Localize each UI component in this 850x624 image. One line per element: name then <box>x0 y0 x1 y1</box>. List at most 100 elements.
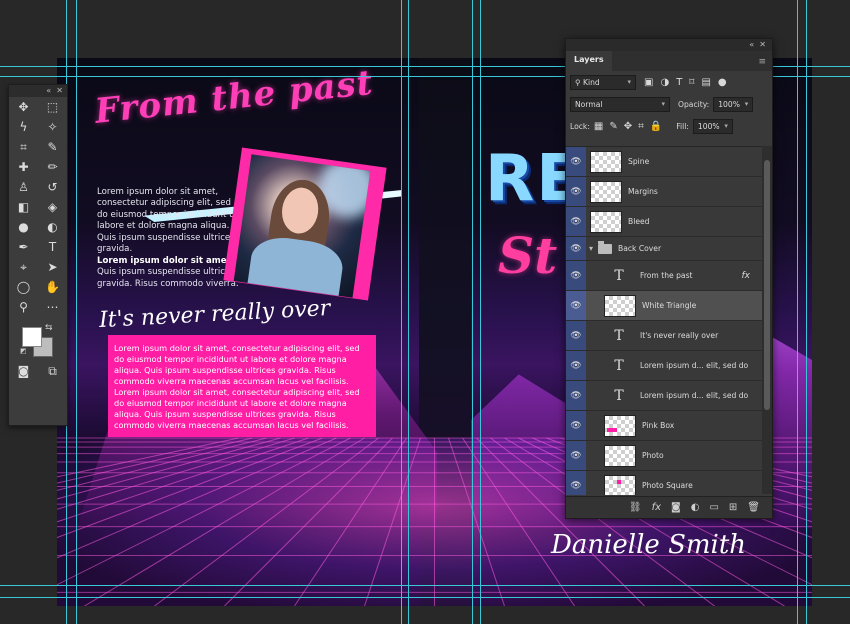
layer-row[interactable]: 👁 Margins <box>566 177 762 207</box>
healing-tool-icon[interactable]: ✚ <box>9 157 38 177</box>
lock-pixels-icon[interactable]: ✎ <box>609 121 617 132</box>
shape-filter-icon[interactable]: ⌑ <box>689 77 694 88</box>
lock-all-icon[interactable]: 🔒 <box>650 121 662 132</box>
chevron-down-icon[interactable]: ▾ <box>586 244 596 253</box>
blur-tool-icon[interactable]: ● <box>9 217 38 237</box>
layer-row[interactable]: 👁 T From the past fx <box>566 261 762 291</box>
eyedropper-tool-icon[interactable]: ✎ <box>38 137 67 157</box>
pink-box: Lorem ipsum dolor sit amet, consectetur … <box>108 335 376 437</box>
close-icon[interactable]: ✕ <box>56 86 63 95</box>
type-tool-icon[interactable]: T <box>38 237 67 257</box>
zoom-tool-icon[interactable]: ⚲ <box>9 297 38 317</box>
marquee-tool-icon[interactable]: ⬚ <box>38 97 67 117</box>
visibility-eye-icon[interactable]: 👁 <box>566 207 586 236</box>
opacity-label: Opacity: <box>678 99 710 109</box>
lock-artboard-icon[interactable]: ⌗ <box>638 121 644 132</box>
visibility-eye-icon[interactable]: 👁 <box>566 351 586 380</box>
mask-icon[interactable]: ◙ <box>671 502 681 513</box>
kind-filter-select[interactable]: ⚲ Kind ▾ <box>570 74 636 90</box>
visibility-eye-icon[interactable]: 👁 <box>566 237 586 260</box>
chevron-down-icon: ▾ <box>724 121 728 130</box>
layer-row[interactable]: 👁 Photo Square <box>566 471 762 495</box>
default-colors-icon[interactable]: ◩ <box>20 347 27 355</box>
fill-label: Fill: <box>676 121 689 131</box>
visibility-eye-icon[interactable]: 👁 <box>566 381 586 410</box>
blend-mode-value: Normal <box>575 99 603 109</box>
collapse-icon[interactable]: « <box>749 40 754 49</box>
fx-icon[interactable]: fx <box>652 502 661 513</box>
collapse-icon[interactable]: « <box>46 86 51 95</box>
paint-bucket-tool-icon[interactable]: ◈ <box>38 197 67 217</box>
type-filter-icon[interactable]: T <box>676 77 682 88</box>
ellipse-tool-icon[interactable]: ◯ <box>9 277 38 297</box>
layer-list: 👁 Spine 👁 Margins 👁 Bleed 👁 ▾ Back Cover 👁 T From t… <box>566 146 762 495</box>
stamp-tool-icon[interactable]: ♙ <box>9 177 38 197</box>
visibility-eye-icon[interactable]: 👁 <box>566 147 586 176</box>
layer-row[interactable]: 👁 Photo <box>566 441 762 471</box>
visibility-eye-icon[interactable]: 👁 <box>566 261 586 290</box>
visibility-eye-icon[interactable]: 👁 <box>566 177 586 206</box>
folder-icon[interactable]: ▭ <box>709 502 718 513</box>
layer-row[interactable]: 👁 White Triangle <box>566 291 762 321</box>
opacity-input[interactable]: 100% ▾ <box>713 96 754 112</box>
image-filter-icon[interactable]: ▣ <box>644 77 653 88</box>
layers-panel-header: « ✕ <box>566 39 772 51</box>
tab-layers[interactable]: Layers <box>566 51 612 71</box>
lock-icons: ▦ ✎ ✥ ⌗ 🔒 <box>594 121 662 132</box>
screen-mode-icon[interactable]: ⧉ <box>38 361 67 381</box>
layer-row[interactable]: 👁 T It's never really over <box>566 321 762 351</box>
hand-tool-icon[interactable]: ✋ <box>38 277 67 297</box>
visibility-eye-icon[interactable]: 👁 <box>566 321 586 350</box>
eraser-tool-icon[interactable]: ◧ <box>9 197 38 217</box>
layer-row[interactable]: 👁 T Lorem ipsum d... elit, sed do <box>566 351 762 381</box>
brush-tool-icon[interactable]: ✏ <box>38 157 67 177</box>
guide-horizontal <box>0 585 850 586</box>
link-icon[interactable]: ⛓ <box>629 502 642 513</box>
author-name: Danielle Smith <box>551 530 747 560</box>
layer-row[interactable]: 👁 Pink Box <box>566 411 762 441</box>
visibility-eye-icon[interactable]: 👁 <box>566 291 586 320</box>
visibility-eye-icon[interactable]: 👁 <box>566 411 586 440</box>
layer-name: Photo <box>642 451 664 460</box>
lock-transparency-icon[interactable]: ▦ <box>594 121 603 132</box>
blend-mode-select[interactable]: Normal ▾ <box>570 96 670 112</box>
move-tool-icon[interactable]: ✥ <box>9 97 38 117</box>
layer-group[interactable]: 👁 ▾ Back Cover <box>566 237 762 261</box>
more-tools-icon[interactable]: ⋯ <box>38 297 67 317</box>
new-layer-icon[interactable]: ⊞ <box>729 502 737 513</box>
layer-name: From the past <box>640 271 693 280</box>
lock-position-icon[interactable]: ✥ <box>624 121 632 132</box>
visibility-eye-icon[interactable]: 👁 <box>566 441 586 470</box>
panel-menu-icon[interactable]: ≡ <box>758 57 772 71</box>
guide-vertical <box>408 0 409 624</box>
layer-name: Lorem ipsum d... elit, sed do <box>640 361 749 370</box>
crop-tool-icon[interactable]: ⌗ <box>9 137 38 157</box>
dodge-tool-icon[interactable]: ◐ <box>38 217 67 237</box>
lasso-tool-icon[interactable]: ϟ <box>9 117 38 137</box>
close-icon[interactable]: ✕ <box>759 40 766 49</box>
direct-selection-tool-icon[interactable]: ➤ <box>38 257 67 277</box>
quick-mask-icon[interactable]: ◙ <box>9 361 38 381</box>
grid-line <box>364 437 421 606</box>
layer-row[interactable]: 👁 Bleed <box>566 207 762 237</box>
foreground-color[interactable] <box>22 327 42 347</box>
history-brush-tool-icon[interactable]: ↺ <box>38 177 67 197</box>
adjustment-filter-icon[interactable]: ◑ <box>660 77 669 88</box>
magic-wand-tool-icon[interactable]: ✧ <box>38 117 67 137</box>
filter-toggle-icon[interactable]: ● <box>718 77 727 88</box>
grid-line <box>448 437 505 606</box>
scrollbar-thumb[interactable] <box>764 160 770 410</box>
fill-input[interactable]: 100% ▾ <box>692 118 733 134</box>
path-selection-tool-icon[interactable]: ⌖ <box>9 257 38 277</box>
layer-row[interactable]: 👁 Spine <box>566 147 762 177</box>
adjustment-icon[interactable]: ◐ <box>691 502 700 513</box>
layers-scrollbar[interactable] <box>762 146 772 494</box>
swap-colors-icon[interactable]: ⇆ <box>45 323 53 333</box>
layer-fx-icon[interactable]: fx <box>742 271 751 281</box>
trash-icon[interactable]: 🗑 <box>747 502 760 513</box>
smart-object-filter-icon[interactable]: ▤ <box>701 77 710 88</box>
tools-panel-header: « ✕ <box>9 85 67 97</box>
layer-row[interactable]: 👁 T Lorem ipsum d... elit, sed do <box>566 381 762 411</box>
visibility-eye-icon[interactable]: 👁 <box>566 471 586 495</box>
pen-tool-icon[interactable]: ✒ <box>9 237 38 257</box>
